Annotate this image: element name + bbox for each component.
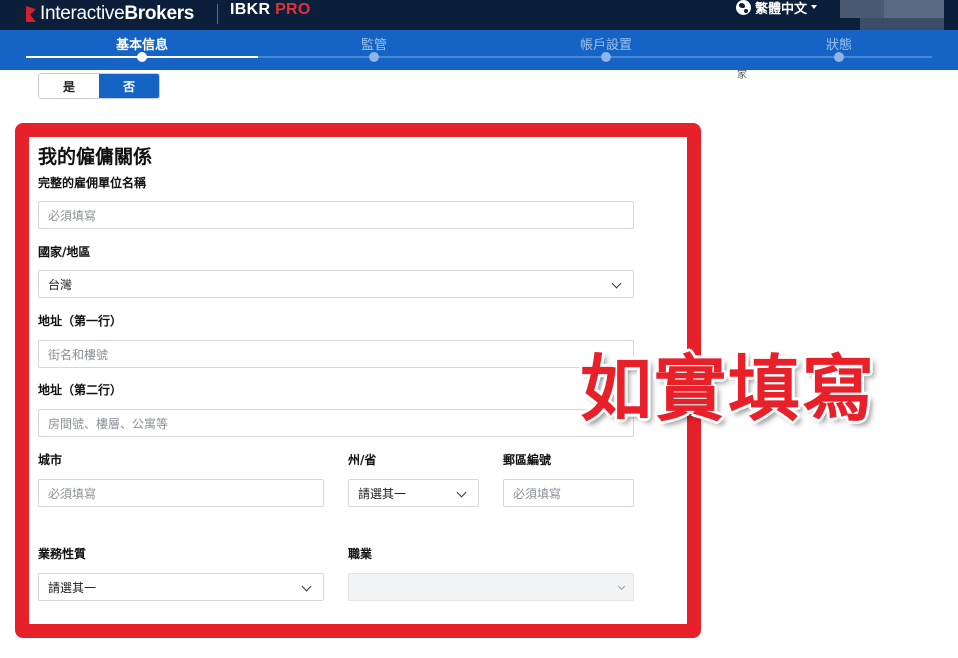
zip-label: 郵區編號 [503,453,552,467]
step-dot-status [834,52,844,62]
occupation-select[interactable] [348,573,634,601]
annotation-overlay-text: 如實填寫 [580,347,877,431]
language-label: 繁體中文 [755,1,808,17]
city-input[interactable]: 必須填寫 [38,479,324,507]
state-value: 請選其一 [358,486,407,501]
blurred-account-info [840,0,884,18]
address1-label: 地址（第一行） [38,314,123,328]
no-option[interactable]: 否 [99,74,159,98]
zip-input[interactable]: 必須填寫 [503,479,634,507]
blurred-account-info [860,18,944,30]
section-title: 我的僱傭關係 [38,146,153,168]
occupation-label: 職業 [348,547,373,561]
chevron-down-icon [611,278,622,289]
chevron-down-icon [301,581,312,592]
product-name: IBKR PRO [230,1,311,18]
address2-label: 地址（第二行） [38,383,123,397]
business-nature-select[interactable]: 請選其一 [38,573,324,601]
employer-input[interactable]: 必須填寫 [38,201,634,229]
employer-label: 完整的雇佣單位名稱 [38,176,147,190]
city-label: 城市 [38,453,63,467]
step-regulatory[interactable]: 監管 [314,34,434,53]
address1-input[interactable]: 街名和樓號 [38,340,634,368]
country-value: 台灣 [48,277,73,292]
blurred-account-info [884,0,944,18]
language-selector[interactable]: 繁體中文 [736,0,818,17]
country-label: 國家/地區 [38,245,91,259]
step-dot-account-setup [601,52,611,62]
progress-stepper: 基本信息 監管 帳戶設置 狀態 [0,30,958,70]
country-select[interactable]: 台灣 [38,270,634,298]
state-label: 州/省 [348,453,377,467]
side-text-fragment: 家 [737,70,747,81]
yes-option[interactable]: 是 [39,74,99,98]
step-dot-basic-info [137,52,147,62]
step-dot-regulatory [369,52,379,62]
globe-icon [736,0,751,15]
business-nature-value: 請選其一 [48,580,97,595]
step-basic-info[interactable]: 基本信息 [82,34,202,53]
step-status[interactable]: 狀態 [779,34,899,53]
chevron-down-icon [456,487,467,498]
header-divider [217,4,218,24]
caret-down-icon [811,5,818,9]
business-nature-label: 業務性質 [38,547,87,561]
brand-logo[interactable]: InteractiveBrokers [24,2,194,26]
state-select[interactable]: 請選其一 [348,479,479,507]
logo-flag-icon [24,6,36,22]
top-navbar: InteractiveBrokers IBKR PRO 繁體中文 [0,0,958,30]
address2-input[interactable]: 房間號、樓層、公寓等 [38,409,634,437]
step-account-setup[interactable]: 帳戶設置 [546,34,666,53]
chevron-down-icon [617,582,626,591]
brand-name: InteractiveBrokers [40,3,195,24]
yes-no-toggle: 是 否 [38,73,160,99]
